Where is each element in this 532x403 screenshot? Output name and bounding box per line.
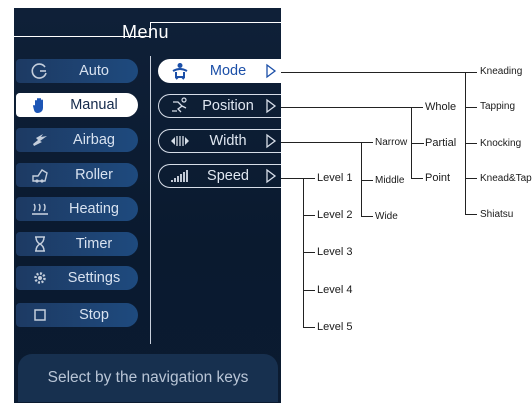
connector-line [361,142,362,216]
connector-line [281,142,361,143]
mode-option-knead-tap: Knead&Tap [480,173,532,184]
chevron-right-icon [266,133,277,149]
timer-icon [35,236,45,252]
submenu-item-width[interactable]: Width [158,129,281,153]
position-option-point: Point [425,172,451,184]
body-position-icon [172,97,187,113]
speed-option-level-5: Level 5 [317,321,353,333]
menu-item-airbag[interactable]: Airbag [16,128,138,152]
menu-item-heating[interactable]: Heating [16,197,138,221]
connector-line [303,290,315,291]
submenu-item-label: Speed [207,168,249,184]
connector-line [281,107,411,108]
position-option-partial: Partial [425,137,457,149]
connector-line [465,107,477,108]
menu-item-label: Manual [70,97,118,113]
hand-icon [33,98,43,114]
connector-line [303,215,315,216]
navigation-hint: Select by the navigation keys [18,354,278,402]
menu-item-manual[interactable]: Manual [16,93,138,117]
gear-icon [34,272,46,284]
width-option-narrow: Narrow [375,137,408,148]
stop-icon [34,309,46,321]
connector-line [465,178,477,179]
width-icon [171,136,189,146]
roller-icon [32,169,48,183]
menu-panel: Menu Auto Manual Airbag Roller Heating T… [14,8,281,403]
mode-option-knocking: Knocking [480,138,522,149]
chevron-right-icon [266,63,277,79]
mode-option-tapping: Tapping [480,101,516,112]
heating-icon [32,203,48,215]
menu-item-label: Heating [69,201,119,217]
submenu-item-label: Mode [209,63,247,79]
chevron-right-icon [266,168,277,184]
menu-item-settings[interactable]: Settings [16,266,138,290]
speed-option-level-2: Level 2 [317,209,353,221]
connector-line [465,143,477,144]
connector-line [361,216,373,217]
menu-item-roller[interactable]: Roller [16,163,138,187]
connector-line [303,327,315,328]
menu-item-label: Airbag [73,132,115,148]
connector-line [303,178,315,179]
connector-line [465,72,477,73]
menu-item-label: Roller [75,167,113,183]
width-option-wide: Wide [375,211,398,222]
connector-line [411,178,423,179]
connector-line [303,252,315,253]
submenu-item-speed[interactable]: Speed [158,164,281,188]
seated-person-icon [172,63,188,80]
airbag-icon [33,134,47,146]
menu-item-label: Stop [79,307,109,323]
submenu-item-label: Position [202,98,254,114]
menu-item-label: Settings [67,270,121,286]
speed-option-level-3: Level 3 [317,246,353,258]
mode-option-kneading: Kneading [480,66,523,77]
speed-option-level-4: Level 4 [317,284,353,296]
chevron-right-icon [266,98,277,114]
menu-item-timer[interactable]: Timer [16,232,138,256]
menu-item-auto[interactable]: Auto [16,59,138,83]
position-option-whole: Whole [425,101,457,113]
connector-line [411,107,423,108]
connector-line [465,214,477,215]
connector-line [411,143,424,144]
title-line [150,22,281,23]
speed-option-level-1: Level 1 [317,172,353,184]
mode-option-shiatsu: Shiatsu [480,209,514,220]
connector-line [281,72,465,73]
speed-bars-icon [171,170,188,182]
menu-item-label: Timer [75,236,113,252]
submenu-item-position[interactable]: Position [158,94,281,118]
column-divider [150,56,151,344]
auto-icon [31,63,47,79]
width-option-middle: Middle [375,175,405,186]
menu-title: Menu [122,22,170,42]
connector-line [361,142,373,143]
connector-line [303,178,304,328]
connector-line [361,180,373,181]
submenu-item-mode[interactable]: Mode [158,59,281,83]
connector-line [281,178,303,179]
menu-item-stop[interactable]: Stop [16,303,138,327]
menu-item-label: Auto [79,63,109,79]
submenu-item-label: Width [209,133,247,149]
